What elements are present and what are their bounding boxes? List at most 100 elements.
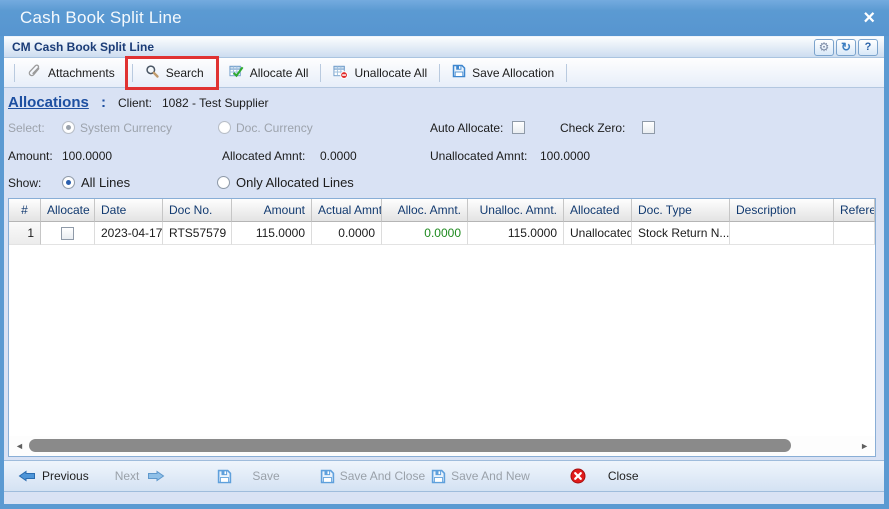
- close-button[interactable]: Close: [570, 468, 639, 484]
- row-number-cell: 1: [9, 222, 41, 245]
- unallocate-all-button[interactable]: Unallocate All: [325, 64, 435, 82]
- col-header-description[interactable]: Description: [730, 199, 834, 222]
- allocations-link[interactable]: Allocations: [8, 92, 89, 114]
- save-button: Save: [217, 469, 279, 484]
- search-icon: [145, 64, 160, 82]
- scrollbar-thumb[interactable]: [29, 439, 791, 452]
- select-label: Select:: [8, 118, 45, 138]
- close-icon[interactable]: ×: [863, 8, 875, 28]
- description-cell: [730, 222, 834, 245]
- all-lines-label: All Lines: [81, 173, 130, 193]
- attachments-button[interactable]: Attachments: [19, 64, 123, 82]
- col-header-doc-no[interactable]: Doc No.: [163, 199, 232, 222]
- help-button[interactable]: ?: [858, 39, 878, 56]
- dialog-window: Cash Book Split Line × CM Cash Book Spli…: [0, 0, 889, 509]
- check-zero-label: Check Zero:: [560, 118, 625, 138]
- search-label: Search: [166, 66, 204, 80]
- unalloc-amnt-cell: 115.0000: [468, 222, 564, 245]
- allocations-colon: :: [101, 92, 106, 114]
- toolbar-separator: [439, 64, 440, 82]
- col-header-amount[interactable]: Amount: [232, 199, 312, 222]
- auto-allocate-checkbox[interactable]: [512, 121, 525, 134]
- unallocated-amnt-value: 100.0000: [540, 146, 590, 166]
- help-icon: ?: [865, 42, 872, 53]
- next-button: Next: [115, 469, 166, 483]
- panel-title: CM Cash Book Split Line: [12, 40, 814, 54]
- titlebar: Cash Book Split Line ×: [0, 0, 889, 36]
- previous-label: Previous: [42, 469, 89, 483]
- toolbar: Attachments Search Allocate All: [4, 58, 884, 88]
- row-allocate-checkbox[interactable]: [61, 227, 74, 240]
- all-lines-radio[interactable]: [62, 176, 75, 189]
- save-and-new-button: Save And New: [431, 469, 530, 484]
- col-header-unalloc-amnt[interactable]: Unalloc. Amnt.: [468, 199, 564, 222]
- col-header-reference[interactable]: Reference: [834, 199, 875, 222]
- unallocated-amnt-label: Unallocated Amnt:: [430, 146, 527, 166]
- allocated-amnt-label: Allocated Amnt:: [222, 146, 305, 166]
- allocated-cell: Unallocated: [564, 222, 632, 245]
- save-floppy-icon: [217, 469, 232, 484]
- toolbar-separator: [132, 64, 133, 82]
- amount-value: 100.0000: [62, 146, 112, 166]
- doc-currency-label: Doc. Currency: [236, 118, 313, 138]
- check-zero-checkbox[interactable]: [642, 121, 655, 134]
- col-header-date[interactable]: Date: [95, 199, 163, 222]
- table-row[interactable]: 1 2023-04-17 RTS57579 115.0000 0.0000 0.…: [9, 222, 875, 245]
- save-and-close-label: Save And Close: [340, 469, 425, 483]
- allocate-cell: [41, 222, 95, 245]
- unallocate-all-label: Unallocate All: [354, 66, 427, 80]
- allocate-all-button[interactable]: Allocate All: [221, 64, 317, 82]
- save-and-close-button: Save And Close: [320, 469, 425, 484]
- col-header-num[interactable]: #: [9, 199, 41, 222]
- system-currency-radio: [62, 121, 75, 134]
- scroll-right-icon[interactable]: ►: [860, 441, 869, 451]
- next-label: Next: [115, 469, 140, 483]
- toolbar-separator: [320, 64, 321, 82]
- table-header-row: # Allocate Date Doc No. Amount Actual Am…: [9, 199, 875, 222]
- attachments-label: Attachments: [48, 66, 115, 80]
- col-header-alloc-amnt[interactable]: Alloc. Amnt.: [382, 199, 468, 222]
- toolbar-separator: [14, 64, 15, 82]
- search-button[interactable]: Search: [137, 64, 212, 82]
- allocation-table: # Allocate Date Doc No. Amount Actual Am…: [8, 198, 876, 457]
- auto-allocate-label: Auto Allocate:: [430, 118, 503, 138]
- save-and-new-label: Save And New: [451, 469, 530, 483]
- scroll-left-icon[interactable]: ◄: [15, 441, 24, 451]
- col-header-allocate[interactable]: Allocate: [41, 199, 95, 222]
- search-highlight-frame: Search: [125, 56, 219, 90]
- footer-bar: Previous Next Save Save And Close: [4, 460, 884, 492]
- unallocate-all-icon: [333, 64, 348, 82]
- paperclip-icon: [27, 64, 42, 82]
- bottom-margin: [4, 492, 884, 504]
- gear-icon: ⚙: [819, 41, 830, 53]
- horizontal-scrollbar[interactable]: ◄ ►: [9, 436, 875, 456]
- window-title: Cash Book Split Line: [20, 8, 863, 28]
- allocate-all-icon: [229, 64, 244, 82]
- previous-button[interactable]: Previous: [18, 469, 89, 483]
- refresh-button[interactable]: ↻: [836, 39, 856, 56]
- allocate-all-label: Allocate All: [250, 66, 309, 80]
- save-allocation-button[interactable]: Save Allocation: [444, 64, 562, 81]
- previous-arrow-icon: [18, 469, 36, 483]
- actual-amnt-cell: 0.0000: [312, 222, 382, 245]
- dialog-body: CM Cash Book Split Line ⚙ ↻ ? Attachment…: [4, 36, 884, 504]
- client-label: Client:: [118, 93, 152, 113]
- settings-button[interactable]: ⚙: [814, 39, 834, 56]
- only-allocated-lines-radio[interactable]: [217, 176, 230, 189]
- date-cell: 2023-04-17: [95, 222, 163, 245]
- col-header-actual-amnt[interactable]: Actual Amnt.: [312, 199, 382, 222]
- close-label: Close: [608, 469, 639, 483]
- save-label: Save: [252, 469, 279, 483]
- save-and-new-floppy-icon: [431, 469, 446, 484]
- save-icon: [452, 64, 466, 81]
- alloc-amnt-cell: 0.0000: [382, 222, 468, 245]
- amount-cell: 115.0000: [232, 222, 312, 245]
- save-allocation-label: Save Allocation: [472, 66, 554, 80]
- close-circle-icon: [570, 468, 586, 484]
- col-header-doc-type[interactable]: Doc. Type: [632, 199, 730, 222]
- panel-header-buttons: ⚙ ↻ ?: [814, 39, 878, 56]
- amount-label: Amount:: [8, 146, 53, 166]
- col-header-allocated[interactable]: Allocated: [564, 199, 632, 222]
- doc-currency-radio: [218, 121, 231, 134]
- save-and-close-floppy-icon: [320, 469, 335, 484]
